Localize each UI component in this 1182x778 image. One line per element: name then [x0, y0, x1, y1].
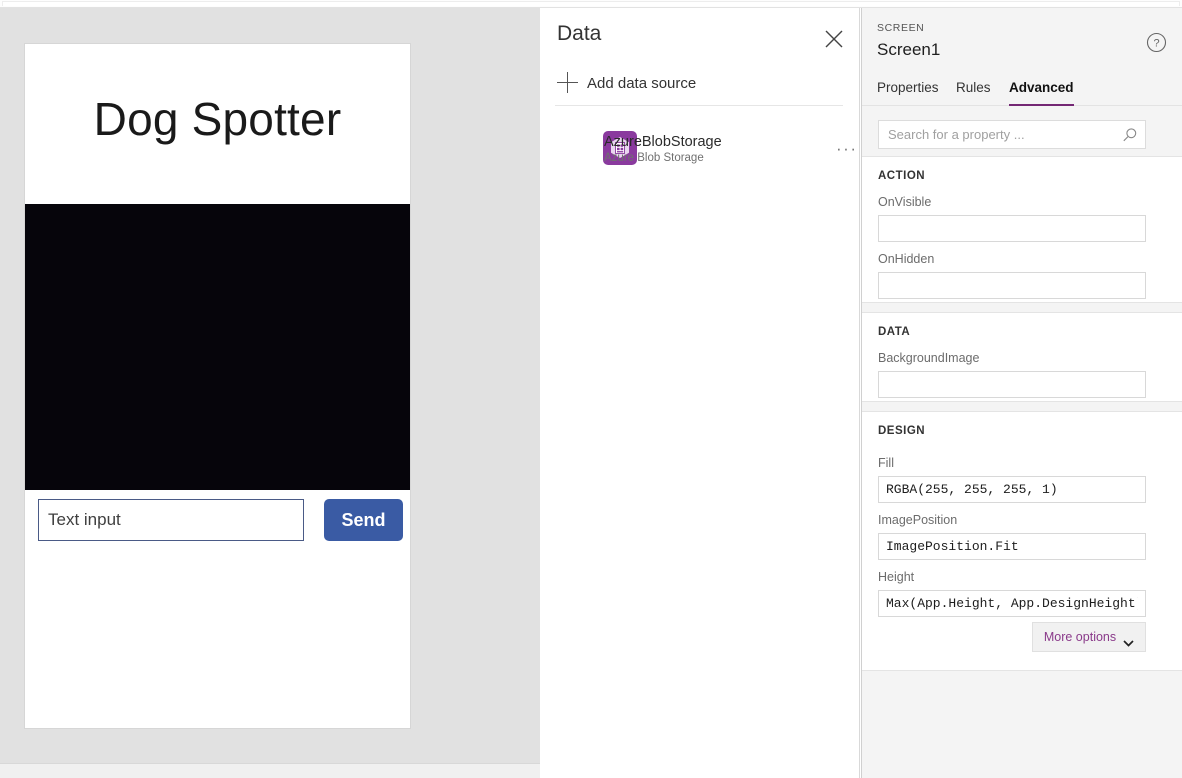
field-height[interactable]	[878, 590, 1146, 617]
field-onvisible[interactable]	[878, 215, 1146, 242]
field-input-fill[interactable]	[879, 477, 1145, 502]
section-title: ACTION	[878, 170, 926, 182]
svg-text:?: ?	[1153, 38, 1159, 50]
divider	[555, 105, 843, 106]
top-strip-inner	[2, 1, 1180, 6]
field-input-backgroundimage[interactable]	[879, 372, 1145, 397]
canvas-area: Dog Spotter Send	[0, 8, 540, 763]
field-fill[interactable]	[878, 476, 1146, 503]
list-item[interactable]: AzureBlobStorage Azure Blob Storage ···	[555, 126, 856, 174]
tab-rules[interactable]: Rules	[956, 76, 991, 106]
property-search-box[interactable]	[878, 120, 1146, 149]
field-label-backgroundimage: BackgroundImage	[878, 351, 980, 365]
data-panel-title: Data	[557, 22, 602, 45]
control-name-label: Screen1	[877, 40, 941, 59]
field-label-onvisible: OnVisible	[878, 195, 932, 209]
field-input-onhidden[interactable]	[879, 273, 1145, 298]
data-source-subtitle: Azure Blob Storage	[604, 152, 704, 164]
section-title: DESIGN	[878, 425, 926, 437]
input-row: Send	[38, 499, 403, 541]
overflow-menu-icon[interactable]: ···	[836, 140, 857, 157]
field-input-height[interactable]	[879, 591, 1145, 616]
data-panel-header: Data	[540, 8, 860, 60]
properties-panel: SCREEN Screen1 Properties Rules Advanced…	[861, 8, 1182, 778]
section-action: ACTION OnVisible OnHidden	[862, 156, 1182, 303]
plus-icon	[557, 72, 579, 94]
top-strip	[0, 0, 1182, 8]
close-icon[interactable]	[823, 28, 845, 50]
field-label-fill: Fill	[878, 456, 894, 470]
field-imageposition[interactable]	[878, 533, 1146, 560]
app-screen-canvas[interactable]: Dog Spotter Send	[25, 44, 410, 728]
send-button[interactable]: Send	[324, 499, 403, 541]
chevron-down-icon	[1123, 634, 1134, 647]
more-options-button[interactable]: More options	[1032, 622, 1146, 652]
canvas-bottom-strip	[0, 763, 540, 778]
help-circle-icon[interactable]: ?	[1146, 32, 1167, 53]
tab-advanced[interactable]: Advanced	[1009, 76, 1074, 106]
properties-tabs: Properties Rules Advanced	[862, 76, 1182, 106]
add-data-source-label: Add data source	[587, 74, 697, 92]
properties-panel-header: SCREEN Screen1	[862, 8, 1182, 76]
field-label-imageposition: ImagePosition	[878, 513, 958, 527]
powerapps-studio: Dog Spotter Send Data Add data source	[0, 0, 1182, 778]
text-input[interactable]	[38, 499, 304, 541]
image-control[interactable]	[25, 204, 410, 490]
app-title-label: Dog Spotter	[93, 93, 342, 145]
search-icon[interactable]	[1122, 127, 1138, 143]
field-label-height: Height	[878, 570, 915, 584]
field-onhidden[interactable]	[878, 272, 1146, 299]
data-source-name: AzureBlobStorage	[604, 134, 722, 150]
field-input-imageposition[interactable]	[879, 534, 1145, 559]
section-title: DATA	[878, 326, 911, 338]
add-data-source-button[interactable]: Add data source	[557, 68, 843, 98]
section-data: DATA BackgroundImage	[862, 312, 1182, 402]
data-panel: Data Add data source AzureBlobStorage Az…	[540, 8, 860, 778]
field-label-onhidden: OnHidden	[878, 252, 935, 266]
control-kind-label: SCREEN	[877, 22, 925, 34]
field-backgroundimage[interactable]	[878, 371, 1146, 398]
field-input-onvisible[interactable]	[879, 216, 1145, 241]
search-input[interactable]	[879, 121, 1119, 148]
tab-properties[interactable]: Properties	[877, 76, 939, 106]
more-options-label: More options	[1043, 630, 1117, 644]
